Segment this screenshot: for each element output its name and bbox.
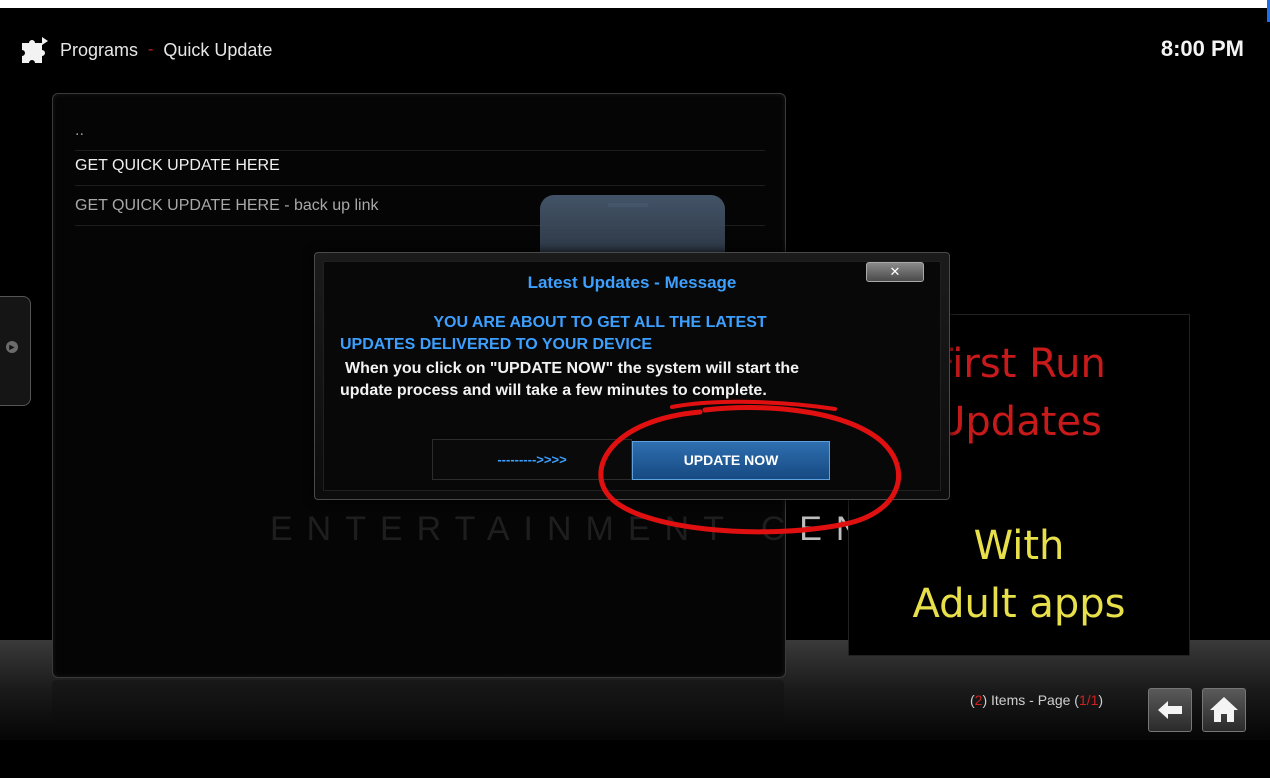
dialog-title: Latest Updates - Message	[527, 273, 737, 292]
preview-text-line3: With	[973, 523, 1065, 569]
breadcrumb-section[interactable]: Programs	[60, 40, 138, 61]
breadcrumb-page: Quick Update	[163, 39, 273, 60]
page-number: 1/1	[1078, 692, 1099, 708]
watermark-dim-text: ENTERTAINMENT C	[270, 510, 800, 548]
preview-text-line4: Adult apps	[912, 581, 1126, 627]
dialog-message-line4: update process and will take a few minut…	[340, 382, 767, 399]
secondary-button[interactable]: --------->>>>	[432, 439, 632, 480]
list-item-quick-update[interactable]: GET QUICK UPDATE HERE	[75, 147, 765, 186]
breadcrumb-separator: -	[148, 41, 154, 58]
home-icon	[1210, 697, 1238, 722]
puzzle-piece-icon	[18, 33, 52, 68]
dialog-message-line3: When you click on "UPDATE NOW" the syste…	[345, 360, 800, 377]
clock: 8:00 PM	[1160, 36, 1244, 61]
background-watermark: ENTERTAINMENT CEN	[270, 510, 874, 549]
list-item-parent[interactable]: ..	[75, 112, 765, 151]
dialog-message-line2: UPDATES DELIVERED TO YOUR DEVICE	[340, 336, 653, 353]
side-menu-tab[interactable]: ►	[0, 296, 31, 406]
update-now-button[interactable]: UPDATE NOW	[632, 441, 830, 480]
side-menu-arrow-icon: ►	[6, 341, 18, 353]
close-button[interactable]: ✕	[866, 262, 924, 282]
home-button[interactable]	[1202, 688, 1246, 732]
dialog-message-line1: YOU ARE ABOUT TO GET ALL THE LATEST	[433, 314, 767, 331]
back-button[interactable]	[1148, 688, 1192, 732]
arrow-left-icon	[1158, 701, 1182, 719]
count-text: ) Items - Page (	[982, 692, 1079, 708]
header-breadcrumb: Programs - Quick Update	[18, 36, 272, 64]
item-count: (2) Items - Page (1/1)	[970, 692, 1103, 708]
top-edge	[0, 0, 1270, 8]
count-close: )	[1098, 692, 1104, 708]
list-panel-reflection	[52, 680, 784, 730]
